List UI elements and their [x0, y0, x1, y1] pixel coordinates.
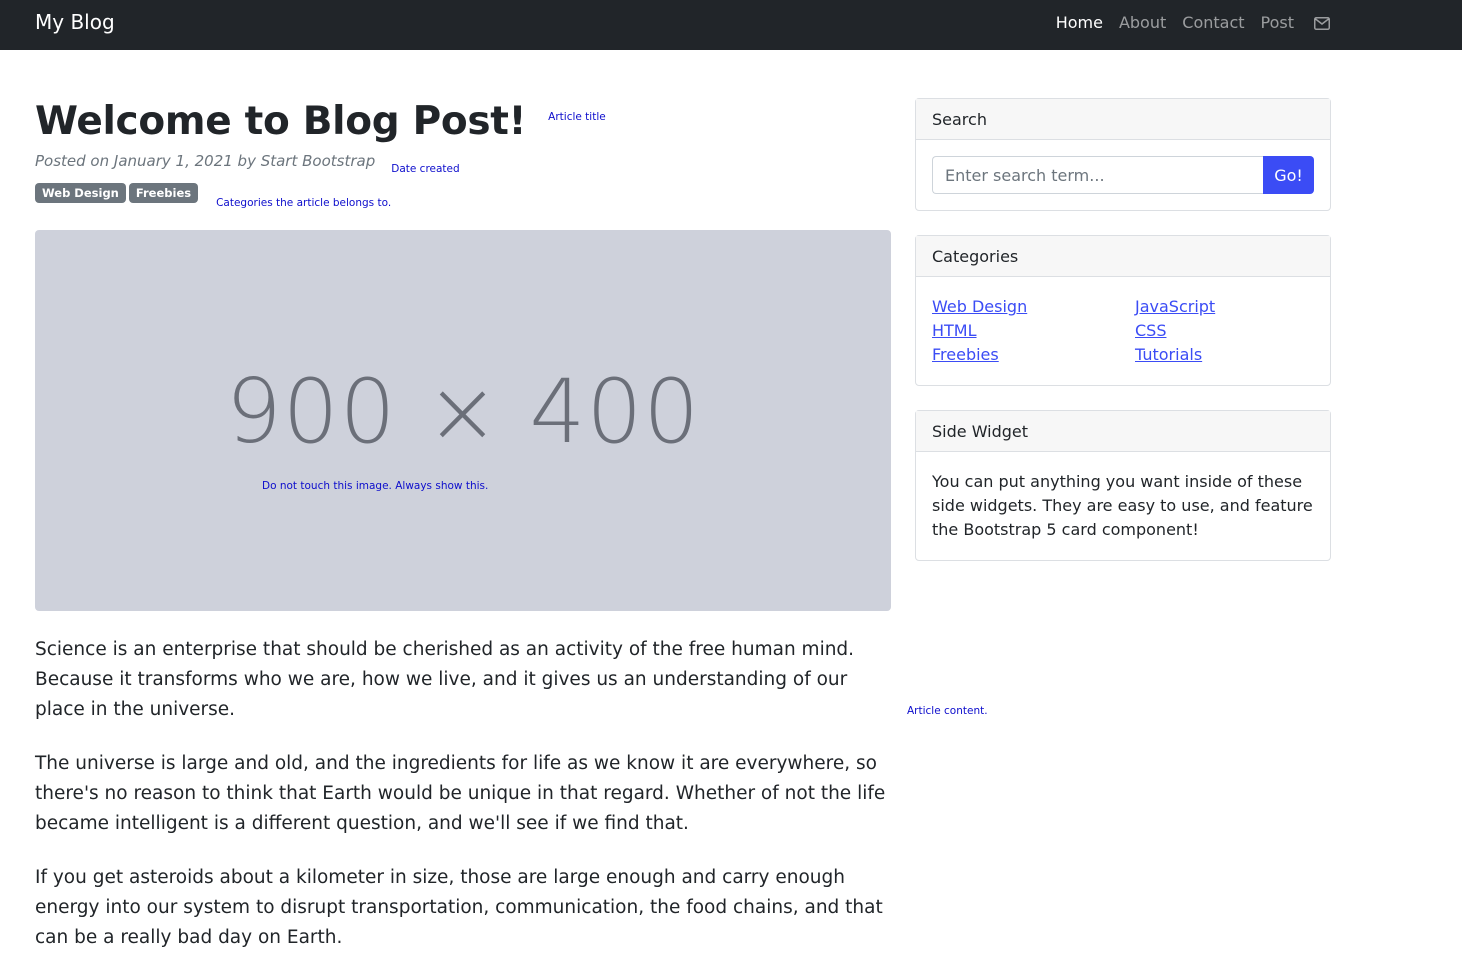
paragraph: The universe is large and old, and the i… — [35, 753, 886, 834]
meta-row: Posted on January 1, 2021 by Start Boots… — [35, 152, 891, 175]
categories-grid: Web Design JavaScript HTML CSS Freebies … — [932, 293, 1314, 369]
nav-home[interactable]: Home — [1056, 12, 1103, 34]
search-card: Search Go! — [915, 98, 1331, 211]
date-hint: Date created — [391, 163, 460, 175]
categories-card-header: Categories — [916, 236, 1330, 277]
article: Welcome to Blog Post! Article title Post… — [35, 98, 891, 948]
category-html[interactable]: HTML — [932, 319, 1135, 343]
category-css[interactable]: CSS — [1135, 319, 1314, 343]
badges-row: Web Design Freebies Categories the artic… — [35, 182, 891, 209]
content-hint: Article content. — [907, 705, 988, 717]
image-size-text: 900 × 400 — [225, 360, 701, 463]
category-tutorials[interactable]: Tutorials — [1135, 343, 1314, 367]
search-go-button[interactable]: Go! — [1263, 156, 1314, 194]
nav-post[interactable]: Post — [1261, 12, 1294, 34]
sidebar: Search Go! Categories Web Design JavaScr… — [915, 98, 1331, 585]
title-row: Welcome to Blog Post! Article title — [35, 98, 891, 148]
top-navbar: My Blog Home About Contact Post — [0, 0, 1462, 50]
search-card-header: Search — [916, 99, 1330, 140]
paragraph: Science is an enterprise that should be … — [35, 639, 855, 720]
post-title: Welcome to Blog Post! — [35, 99, 527, 144]
title-hint: Article title — [548, 111, 606, 123]
nav-about[interactable]: About — [1119, 12, 1166, 34]
categories-card: Categories Web Design JavaScript HTML CS… — [915, 235, 1331, 386]
image-hint: Do not touch this image. Always show thi… — [262, 480, 489, 492]
post-content: Science is an enterprise that should be … — [35, 635, 891, 977]
side-widget-card: Side Widget You can put anything you wan… — [915, 410, 1331, 561]
category-javascript[interactable]: JavaScript — [1135, 295, 1314, 319]
search-group: Go! — [932, 156, 1314, 194]
search-input[interactable] — [932, 156, 1263, 194]
side-widget-text: You can put anything you want inside of … — [932, 472, 1313, 539]
brand-link[interactable]: My Blog — [35, 10, 115, 34]
badge-freebies[interactable]: Freebies — [128, 183, 199, 203]
categories-hint: Categories the article belongs to. — [216, 197, 392, 209]
paragraph: If you get asteroids about a kilometer i… — [35, 867, 883, 948]
category-freebies[interactable]: Freebies — [932, 343, 1135, 367]
nav-links: Home About Contact Post — [1056, 12, 1330, 34]
nav-contact[interactable]: Contact — [1182, 12, 1244, 34]
side-widget-header: Side Widget — [916, 411, 1330, 452]
category-web-design[interactable]: Web Design — [932, 295, 1135, 319]
badge-web-design[interactable]: Web Design — [35, 183, 126, 203]
envelope-icon[interactable] — [1314, 16, 1330, 30]
post-meta: Posted on January 1, 2021 by Start Boots… — [35, 152, 376, 170]
post-image-placeholder: 900 × 400 Do not touch this image. Alway… — [35, 230, 891, 611]
